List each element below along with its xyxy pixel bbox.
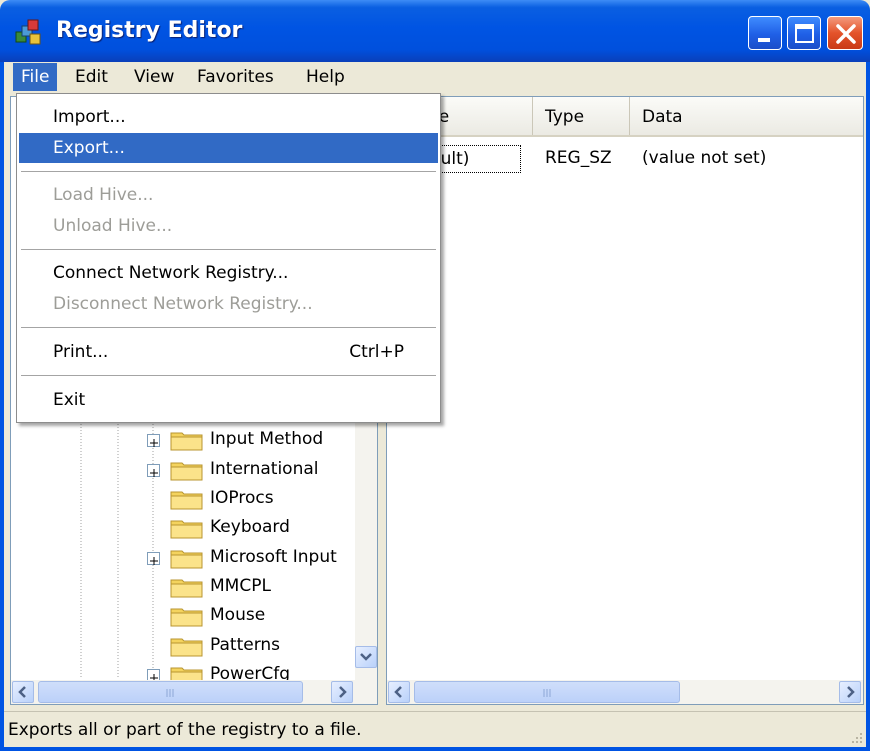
close-icon [836,24,856,44]
menu-separator [21,249,436,250]
menu-edit[interactable]: Edit [67,63,116,91]
folder-icon [170,462,203,481]
tree-item-label: Input Method [210,429,324,449]
value-type: REG_SZ [545,148,612,168]
list-item[interactable]: (Default) REG_SZ (value not set) [387,145,863,173]
menu-item-load-hive[interactable]: Load Hive... [19,180,438,210]
menu-item-shortcut: Ctrl+P [349,342,404,362]
expand-icon[interactable] [147,464,160,477]
scroll-thumb[interactable] [414,681,680,703]
tree-item-label: International [210,459,319,479]
menu-separator [21,327,436,328]
window-title: Registry Editor [56,18,243,43]
menu-item-exit[interactable]: Exit [19,385,438,415]
chevron-left-icon [394,686,402,698]
menu-item-export[interactable]: Export... [19,133,438,163]
list-horizontal-scrollbar[interactable] [387,680,863,704]
registry-values-pane[interactable]: Name Type Data (Default) REG_SZ (value n… [386,96,864,705]
folder-icon [170,432,203,451]
menu-item-import[interactable]: Import... [19,102,438,132]
maximize-button[interactable] [787,16,821,50]
menu-file[interactable]: File [13,63,58,91]
folder-icon [170,491,203,510]
resize-grip-icon[interactable] [848,729,864,745]
minimize-icon [758,38,770,42]
folder-icon [170,638,203,657]
tree-item-label: MMCPL [210,576,271,596]
grip-icon [543,689,551,697]
list-header: Name Type Data [387,97,863,137]
expand-icon[interactable] [147,552,160,565]
menu-help[interactable]: Help [298,63,353,91]
menu-item-connect-network-registry[interactable]: Connect Network Registry... [19,258,438,288]
window-frame-right [866,62,870,751]
expand-icon[interactable] [147,434,160,447]
tree-item-label: Keyboard [210,517,290,537]
tree-horizontal-scrollbar[interactable] [11,680,377,704]
folder-icon [170,608,203,627]
maximize-icon [795,24,814,43]
tree-item-label: Microsoft Input [210,547,337,567]
status-text: Exports all or part of the registry to a… [8,720,362,740]
tree-item-label: Mouse [210,605,266,625]
window-frame-bottom [0,747,870,751]
menu-item-unload-hive[interactable]: Unload Hive... [19,211,438,241]
menu-item-print[interactable]: Print... Ctrl+P [19,337,438,367]
title-bar[interactable]: Registry Editor [0,0,870,62]
scroll-right-button[interactable] [331,681,353,703]
file-dropdown-menu: Import... Export... Load Hive... Unload … [16,93,441,423]
status-bar: Exports all or part of the registry to a… [4,711,866,747]
scroll-down-button[interactable] [355,646,377,668]
menu-separator [21,171,436,172]
grip-icon [166,689,174,697]
menu-item-disconnect-network-registry[interactable]: Disconnect Network Registry... [19,289,438,319]
folder-icon [170,550,203,569]
column-header-data[interactable]: Data [630,97,863,135]
chevron-right-icon [339,686,347,698]
tree-item-label: IOProcs [210,488,274,508]
menu-bar: File Edit View Favorites Help [4,62,866,92]
menu-favorites[interactable]: Favorites [189,63,282,91]
scroll-left-button[interactable] [12,681,34,703]
folder-icon [170,520,203,539]
chevron-right-icon [847,686,855,698]
menu-view[interactable]: View [126,63,182,91]
minimize-button[interactable] [748,16,782,50]
scroll-left-button[interactable] [388,681,410,703]
tree-item-label: Patterns [210,635,281,655]
chevron-left-icon [18,686,26,698]
folder-icon [170,579,203,598]
column-header-type[interactable]: Type [533,97,630,135]
menu-item-label: Print... [53,342,109,362]
menu-separator [21,375,436,376]
scroll-right-button[interactable] [839,681,861,703]
chevron-down-icon [360,653,372,661]
registry-editor-window: Registry Editor File Edit View Favorites… [0,0,870,751]
scroll-thumb[interactable] [38,681,303,703]
value-data: (value not set) [642,148,767,168]
close-button[interactable] [827,16,863,50]
registry-editor-app-icon [15,19,41,45]
